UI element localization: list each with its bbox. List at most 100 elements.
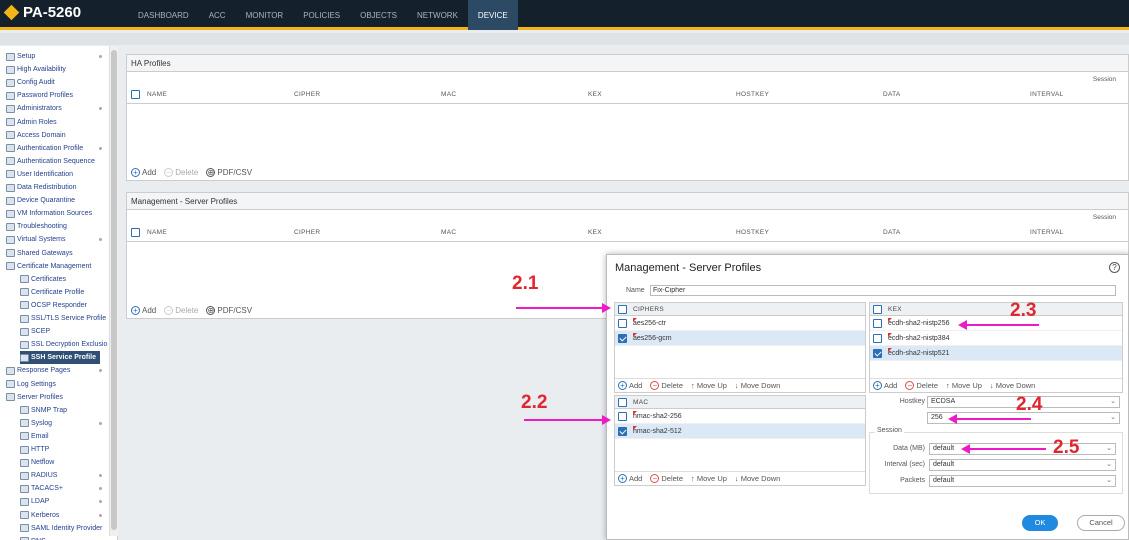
sidebar-item[interactable]: Admin Roles xyxy=(6,116,57,129)
move-up-button[interactable]: ↑ Move Up xyxy=(691,381,727,390)
col-hostkey[interactable]: HOSTKEY xyxy=(736,91,769,98)
move-up-button[interactable]: ↑ Move Up xyxy=(691,474,727,483)
sidebar-item[interactable]: Log Settings xyxy=(6,378,56,391)
sidebar-item[interactable]: High Availability xyxy=(6,63,66,76)
sidebar-item[interactable]: User Identification xyxy=(6,168,73,181)
sidebar-item[interactable]: Config Audit xyxy=(6,76,55,89)
add-button[interactable]: + Add xyxy=(618,474,642,483)
list-item[interactable]: ecdh-sha2-nistp384 xyxy=(870,331,1122,346)
move-down-button[interactable]: ↓ Move Down xyxy=(990,381,1035,390)
list-item[interactable]: ecdh-sha2-nistp521 xyxy=(870,346,1122,361)
sidebar-item[interactable]: Virtual Systems xyxy=(6,233,66,246)
move-down-button[interactable]: ↓ Move Down xyxy=(735,474,780,483)
kex-checkbox[interactable] xyxy=(873,333,882,343)
sidebar-item[interactable]: SCEP xyxy=(20,325,50,338)
col-interval[interactable]: INTERVAL xyxy=(1030,91,1064,98)
tab-monitor[interactable]: MONITOR xyxy=(236,0,294,30)
sidebar-item[interactable]: Access Domain xyxy=(6,129,66,142)
col-kex[interactable]: KEX xyxy=(588,91,602,98)
mac-select-all[interactable] xyxy=(618,397,627,407)
select-all-checkbox[interactable] xyxy=(131,90,140,99)
mac-checkbox[interactable] xyxy=(618,411,627,421)
delete-button[interactable]: − Delete xyxy=(905,381,938,390)
sidebar-item[interactable]: Authentication Sequence xyxy=(6,155,95,168)
sidebar-item[interactable]: Certificate Profile xyxy=(20,286,84,299)
sidebar-item[interactable]: Password Profiles xyxy=(6,89,73,102)
col-cipher[interactable]: CIPHER xyxy=(294,91,320,98)
sidebar-item[interactable]: Netflow xyxy=(20,456,54,469)
kex-checkbox[interactable] xyxy=(873,348,882,358)
kex-select-all[interactable] xyxy=(873,304,882,314)
col-kex[interactable]: KEX xyxy=(588,229,602,236)
add-button[interactable]: + Add xyxy=(131,168,156,177)
col-data[interactable]: DATA xyxy=(883,91,901,98)
tab-acc[interactable]: ACC xyxy=(199,0,236,30)
col-interval[interactable]: INTERVAL xyxy=(1030,229,1064,236)
ok-button[interactable]: OK xyxy=(1022,515,1058,531)
move-down-button[interactable]: ↓ Move Down xyxy=(735,381,780,390)
sidebar-item[interactable]: Device Quarantine xyxy=(6,194,75,207)
sidebar-item[interactable]: Troubleshooting xyxy=(6,220,67,233)
sidebar-item[interactable]: OCSP Responder xyxy=(20,299,87,312)
delete-button[interactable]: − Delete xyxy=(650,381,683,390)
sidebar-item[interactable]: Authentication Profile xyxy=(6,142,83,155)
col-data[interactable]: DATA xyxy=(883,229,901,236)
cipher-checkbox[interactable] xyxy=(618,318,627,328)
sidebar-item[interactable]: Certificates xyxy=(20,273,66,286)
sidebar-item[interactable]: Syslog xyxy=(20,417,52,430)
col-mac[interactable]: MAC xyxy=(441,229,456,236)
tab-device[interactable]: DEVICE xyxy=(467,0,518,30)
pdf-csv-button[interactable]: ⊕ PDF/CSV xyxy=(206,168,252,177)
sidebar-item[interactable]: TACACS+ xyxy=(20,482,63,495)
sidebar-item[interactable]: HTTP xyxy=(20,443,49,456)
add-button[interactable]: + Add xyxy=(873,381,897,390)
sidebar-item[interactable]: Shared Gateways xyxy=(6,247,73,260)
sidebar-item[interactable]: SAML Identity Provider xyxy=(20,522,102,535)
interval-select[interactable]: default ⌄ xyxy=(929,459,1116,471)
sidebar-item[interactable]: SSH Service Profile xyxy=(20,351,100,365)
sidebar-item[interactable]: Server Profiles xyxy=(6,391,63,404)
list-item[interactable]: aes256-gcm xyxy=(615,331,865,346)
sidebar-item[interactable]: LDAP xyxy=(20,495,49,508)
help-icon[interactable]: ? xyxy=(1109,262,1120,273)
sidebar-scroll-thumb[interactable] xyxy=(111,50,117,530)
ciphers-select-all[interactable] xyxy=(618,304,627,314)
packets-select[interactable]: default ⌄ xyxy=(929,475,1116,487)
sidebar-item[interactable]: VM Information Sources xyxy=(6,207,92,220)
add-button[interactable]: + Add xyxy=(618,381,642,390)
sidebar-item[interactable]: Setup xyxy=(6,50,35,63)
sidebar-item[interactable]: Data Redistribution xyxy=(6,181,77,194)
cipher-checkbox[interactable] xyxy=(618,333,627,343)
sidebar-item[interactable]: Kerberos xyxy=(20,509,59,522)
col-name[interactable]: NAME xyxy=(147,229,167,236)
delete-button[interactable]: − Delete xyxy=(164,306,198,315)
sidebar-scrollbar[interactable] xyxy=(109,46,118,536)
col-name[interactable]: NAME xyxy=(147,91,167,98)
sidebar-item[interactable]: Administrators xyxy=(6,102,62,115)
delete-button[interactable]: − Delete xyxy=(164,168,198,177)
sidebar-item[interactable]: DNS xyxy=(20,535,46,540)
add-button[interactable]: + Add xyxy=(131,306,156,315)
col-cipher[interactable]: CIPHER xyxy=(294,229,320,236)
list-item[interactable]: hmac-sha2-512 xyxy=(615,424,865,439)
list-item[interactable]: hmac-sha2-256 xyxy=(615,409,865,424)
name-input[interactable] xyxy=(650,285,1116,296)
list-item[interactable]: aes256-ctr xyxy=(615,316,865,331)
tab-objects[interactable]: OBJECTS xyxy=(350,0,407,30)
tab-dashboard[interactable]: DASHBOARD xyxy=(128,0,199,30)
col-hostkey[interactable]: HOSTKEY xyxy=(736,229,769,236)
cancel-button[interactable]: Cancel xyxy=(1077,515,1125,531)
pdf-csv-button[interactable]: ⊕ PDF/CSV xyxy=(206,306,252,315)
select-all-checkbox[interactable] xyxy=(131,228,140,237)
sidebar-item[interactable]: Email xyxy=(20,430,49,443)
col-mac[interactable]: MAC xyxy=(441,91,456,98)
sidebar-item[interactable]: Response Pages xyxy=(6,364,70,377)
tab-policies[interactable]: POLICIES xyxy=(293,0,350,30)
sidebar-item[interactable]: Certificate Management xyxy=(6,260,91,273)
delete-button[interactable]: − Delete xyxy=(650,474,683,483)
sidebar-item[interactable]: SSL Decryption Exclusio xyxy=(20,338,107,351)
mac-checkbox[interactable] xyxy=(618,426,627,436)
move-up-button[interactable]: ↑ Move Up xyxy=(946,381,982,390)
sidebar-item[interactable]: SNMP Trap xyxy=(20,404,67,417)
kex-checkbox[interactable] xyxy=(873,318,882,328)
